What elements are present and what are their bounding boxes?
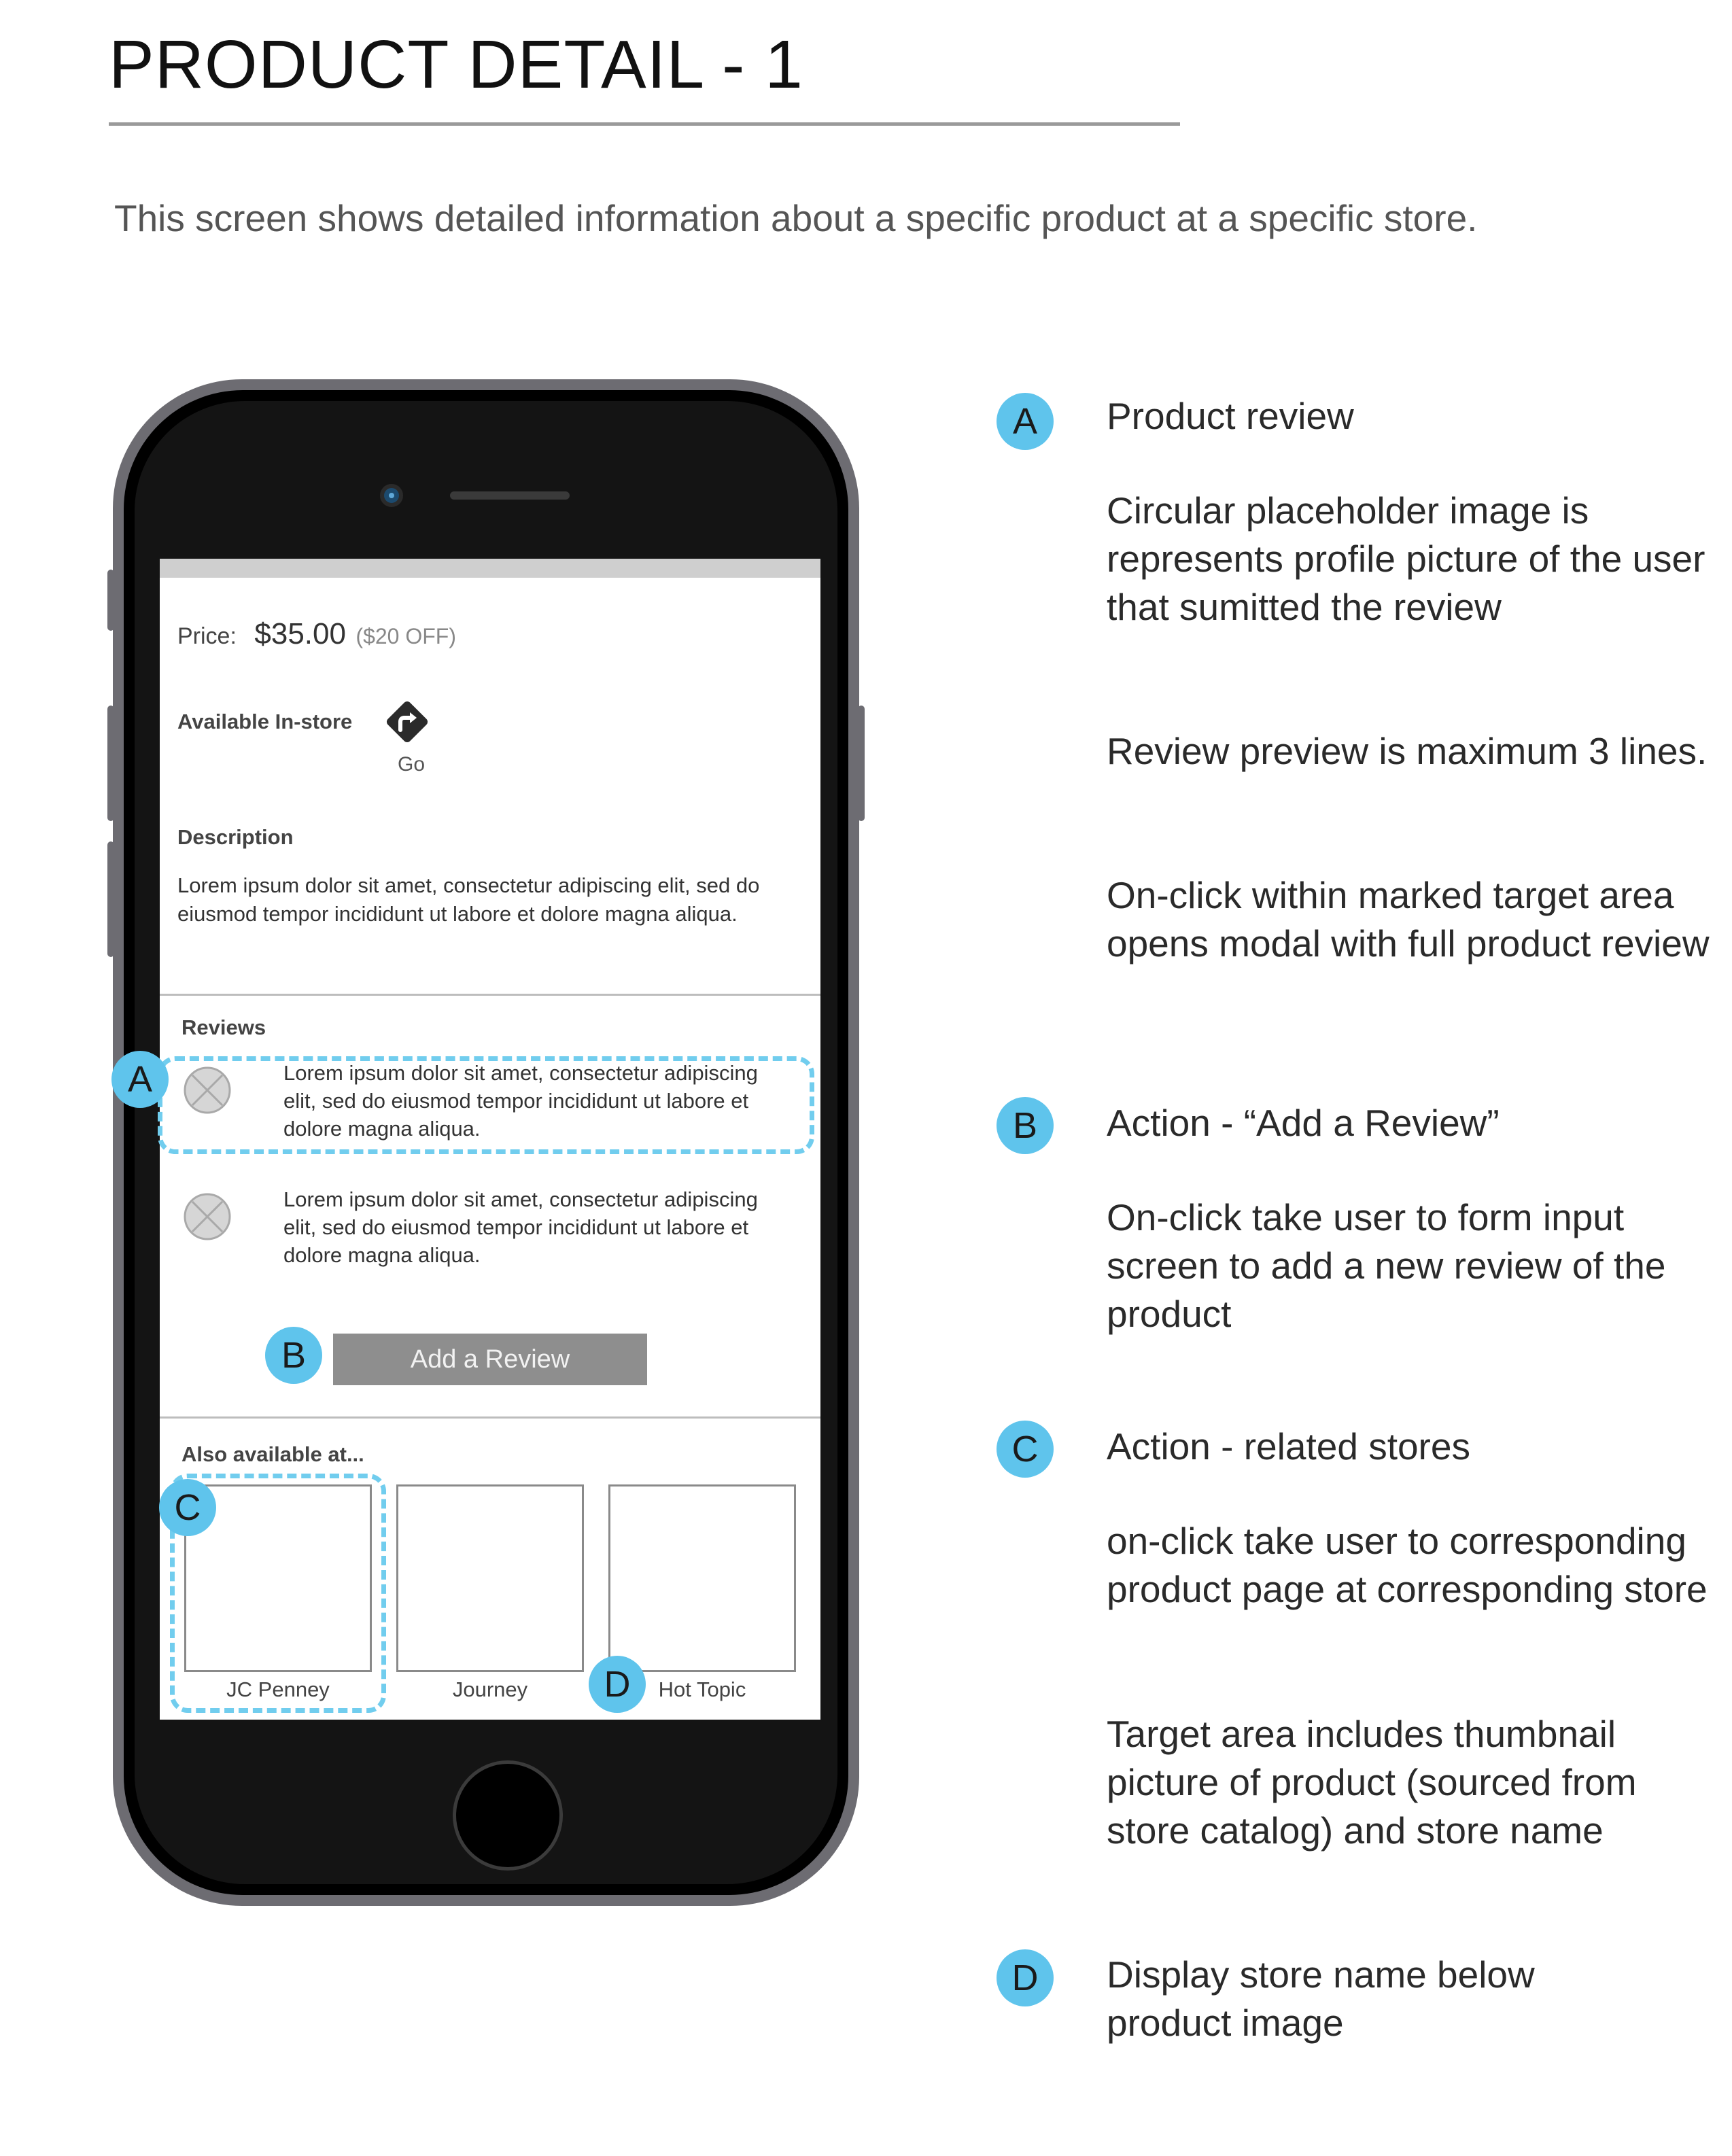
annotation-heading-b: Action - “Add a Review” [1107, 1102, 1500, 1144]
price-value: $35.00 [254, 617, 346, 650]
annotation-heading-a: Product review [1107, 395, 1354, 437]
annotation-text: on-click take user to corresponding prod… [1107, 1520, 1708, 1610]
home-button[interactable] [453, 1760, 563, 1871]
description-text: Lorem ipsum dolor sit amet, consectetur … [177, 873, 760, 926]
annotation-text: Review preview is maximum 3 lines. [1107, 730, 1708, 772]
mute-switch [107, 570, 114, 631]
review-text: Lorem ipsum dolor sit amet, consectetur … [283, 1187, 758, 1267]
store-thumbnail [608, 1484, 796, 1672]
go-label: Go [398, 753, 426, 776]
annotation-text: Target area includes thumbnail picture o… [1107, 1713, 1637, 1851]
title-divider [109, 122, 1180, 126]
description-heading: Description [177, 825, 294, 849]
price-row: Price: $35.00 ($20 OFF) [177, 617, 456, 651]
section-divider [160, 994, 820, 996]
annotation-heading-c: Action - related stores [1107, 1425, 1470, 1467]
directions-icon[interactable] [381, 696, 433, 748]
review-target-area [158, 1056, 814, 1154]
callout-badge-a: A [111, 1051, 169, 1108]
annotation-badge-c: C [997, 1421, 1054, 1478]
annotation-badge-d: D [997, 1949, 1054, 2006]
annotation-badge-b: B [997, 1097, 1054, 1154]
add-review-button[interactable]: Add a Review [333, 1334, 647, 1385]
store-name: Journey [452, 1677, 528, 1701]
reviews-heading: Reviews [181, 1015, 266, 1039]
annotation-heading-d: Display store name below product image [1107, 1953, 1535, 2044]
price-label: Price: [177, 623, 237, 649]
front-camera-icon [380, 484, 403, 507]
speaker-grille [450, 491, 570, 500]
page-subtitle: This screen shows detailed information a… [114, 197, 1478, 239]
power-button [858, 706, 865, 821]
avatar-placeholder-icon [184, 1193, 231, 1240]
price-discount: ($20 OFF) [356, 624, 456, 648]
annotation-text: Circular placeholder image is represents… [1107, 489, 1705, 628]
volume-down-button [107, 841, 114, 957]
callout-badge-d: D [589, 1656, 646, 1713]
annotation-text: On-click take user to form input screen … [1107, 1196, 1666, 1335]
page-title: PRODUCT DETAIL - 1 [109, 27, 803, 103]
review-item[interactable]: Lorem ipsum dolor sit amet, consectetur … [160, 1185, 820, 1294]
available-in-store-label: Available In-store [177, 710, 353, 733]
volume-up-button [107, 706, 114, 821]
status-bar [160, 559, 820, 578]
callout-badge-b: B [265, 1327, 322, 1384]
also-available-heading: Also available at... [181, 1442, 364, 1466]
section-divider [160, 1416, 820, 1419]
annotation-text: On-click within marked target area opens… [1107, 874, 1710, 964]
store-card-journey[interactable]: Journey [396, 1484, 584, 1702]
callout-badge-c: C [159, 1479, 216, 1536]
store-thumbnail [396, 1484, 584, 1672]
annotation-badge-a: A [997, 393, 1054, 450]
